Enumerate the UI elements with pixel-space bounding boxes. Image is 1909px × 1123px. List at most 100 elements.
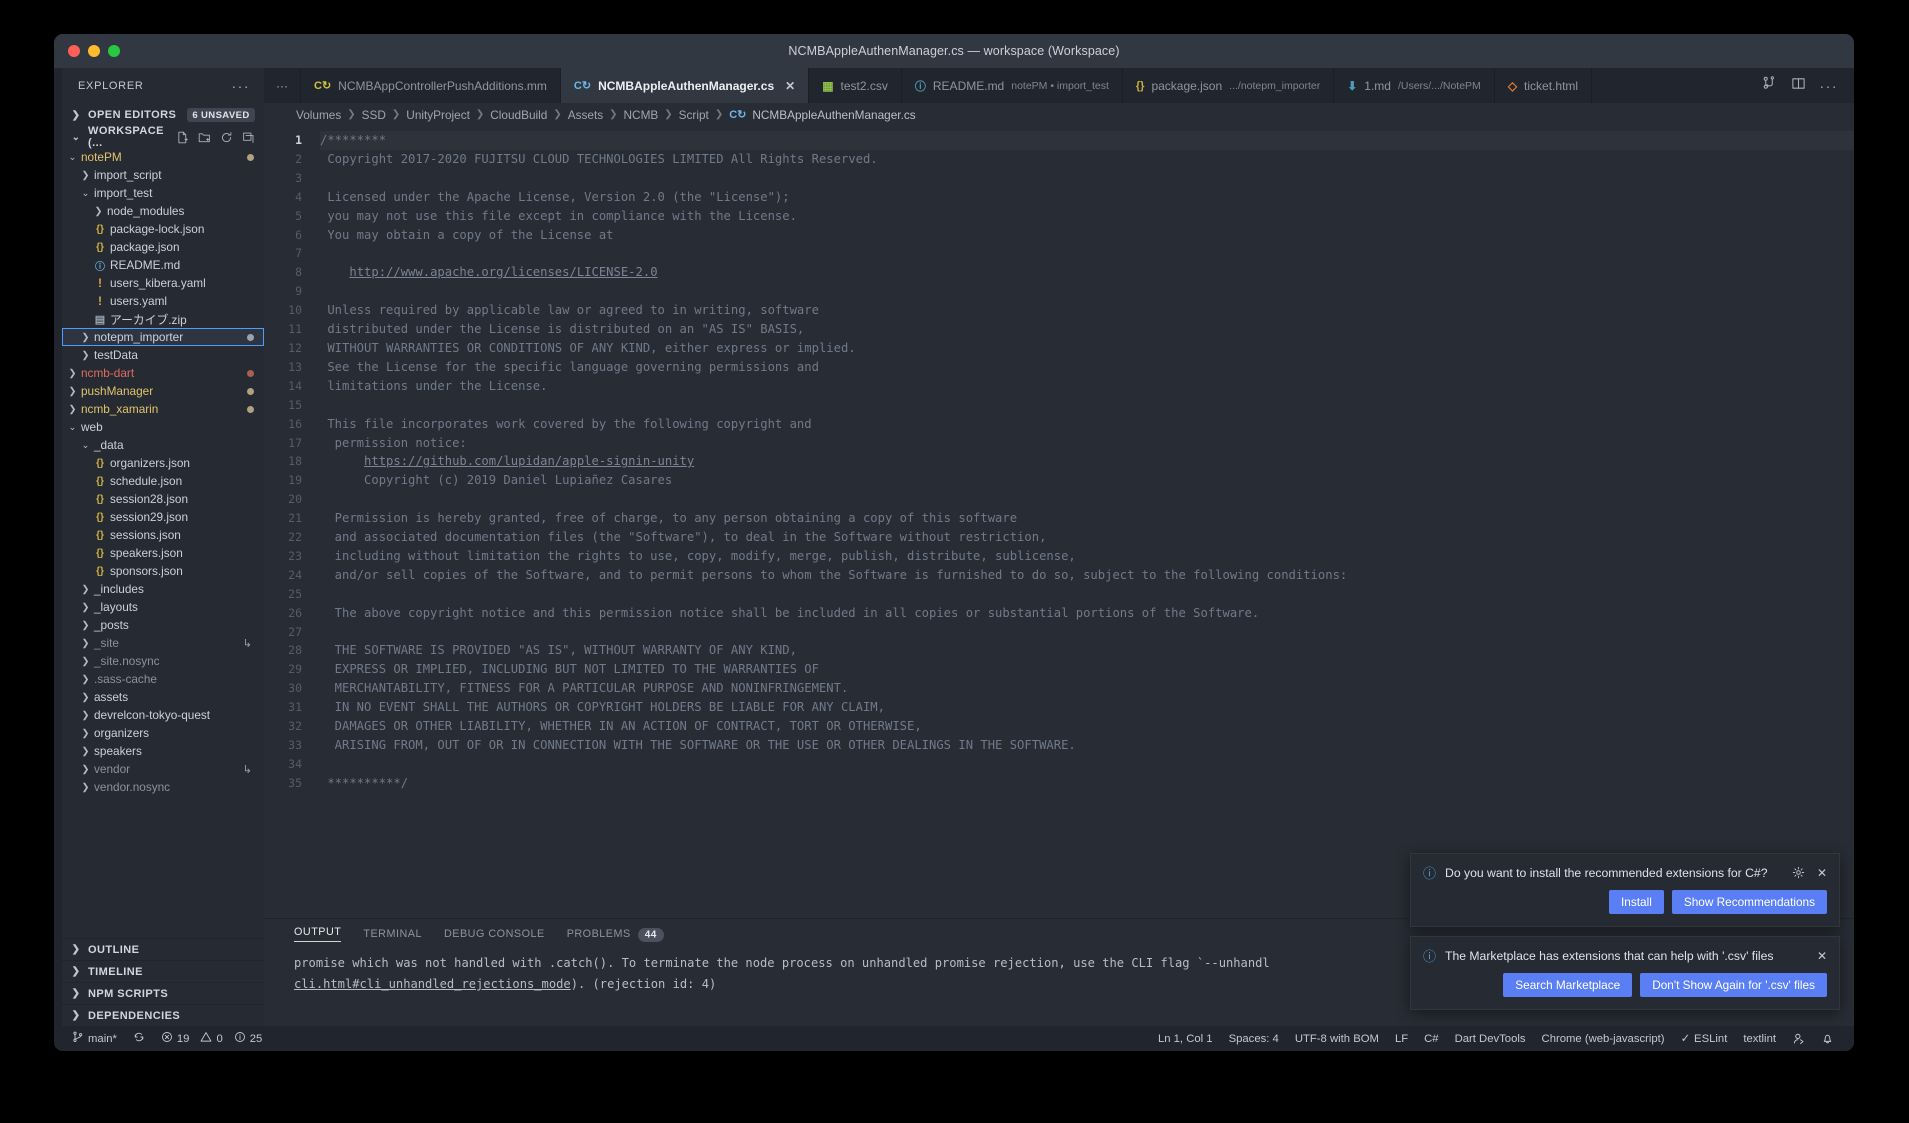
code-line[interactable]: Copyright 2017-2020 FUJITSU CLOUD TECHNO… [320,150,1854,169]
notification-action-button[interactable]: Don't Show Again for '.csv' files [1640,973,1827,997]
code-line[interactable]: This file incorporates work covered by t… [320,415,1854,434]
tree-file-row[interactable]: {} session29.json [62,508,264,526]
activity-bar[interactable] [54,68,62,1026]
status-branch[interactable]: main* [64,1031,125,1046]
status-dart-devtools[interactable]: Dart DevTools [1447,1033,1534,1045]
code-line[interactable]: Unless required by applicable law or agr… [320,301,1854,320]
status-problems[interactable]: 19 0 25 [153,1031,270,1046]
editor-tab[interactable]: ▦ test2.csv [809,68,902,103]
sidebar-section-outline[interactable]: ❯ OUTLINE [62,938,264,960]
notification-action-button[interactable]: Install [1609,890,1664,914]
explorer-more-actions-icon[interactable]: ··· [232,78,251,94]
breadcrumb-item[interactable]: NCMBAppleAuthenManager.cs [752,108,915,122]
code-line[interactable]: WITHOUT WARRANTIES OR CONDITIONS OF ANY … [320,339,1854,358]
run-and-debug-icon[interactable] [1762,75,1777,96]
status-encoding[interactable]: UTF-8 with BOM [1287,1033,1387,1045]
code-line[interactable] [320,396,1854,415]
code-line[interactable]: distributed under the License is distrib… [320,320,1854,339]
chevron-right-icon[interactable]: ❯ [92,206,105,217]
code-link[interactable]: https://github.com/lupidan/apple-signin-… [364,454,694,468]
breadcrumb-item[interactable]: Assets [568,108,603,122]
code-line[interactable]: EXPRESS OR IMPLIED, INCLUDING BUT NOT LI… [320,660,1854,679]
chevron-right-icon[interactable]: ❯ [79,638,92,649]
chevron-right-icon[interactable]: ❯ [79,728,92,739]
tree-file-row[interactable]: {} package.json [62,238,264,256]
tree-file-row[interactable]: ⓘ README.md [62,256,264,274]
status-indentation[interactable]: Spaces: 4 [1221,1033,1287,1045]
breadcrumb-item[interactable]: Script [679,108,709,122]
chevron-right-icon[interactable]: ❯ [79,674,92,685]
breadcrumb-item[interactable]: UnityProject [406,108,470,122]
chevron-right-icon[interactable]: ❯ [66,404,79,415]
tab-overflow-more-icon[interactable]: ··· [264,68,301,103]
chevron-right-icon[interactable]: ❯ [79,602,92,613]
code-line[interactable]: **********/ [320,774,1854,793]
chevron-down-icon[interactable]: ⌄ [66,422,79,433]
chevron-right-icon[interactable]: ❯ [66,368,79,379]
tree-folder-row[interactable]: ❯ assets [62,688,264,706]
chevron-right-icon[interactable]: ❯ [66,386,79,397]
tree-file-row[interactable]: ! users_kibera.yaml [62,274,264,292]
sidebar-section-npm-scripts[interactable]: ❯ NPM SCRIPTS [62,982,264,1004]
refresh-icon[interactable] [220,131,233,144]
panel-tab[interactable]: OUTPUT [294,926,342,942]
code-line[interactable]: IN NO EVENT SHALL THE AUTHORS OR COPYRIG… [320,698,1854,717]
code-line[interactable]: THE SOFTWARE IS PROVIDED "AS IS", WITHOU… [320,641,1854,660]
tree-folder-row[interactable]: ❯ pushManager [62,382,264,400]
chevron-right-icon[interactable]: ❯ [79,332,92,343]
source-code[interactable]: /******** Copyright 2017-2020 FUJITSU CL… [312,126,1854,918]
code-line[interactable]: See the License for the specific languag… [320,358,1854,377]
code-line[interactable]: You may obtain a copy of the License at [320,226,1854,245]
tree-file-row[interactable]: {} session28.json [62,490,264,508]
notification-toast[interactable]: ⓘ Do you want to install the recommended … [1410,853,1840,927]
tree-folder-row[interactable]: ❯ _site.nosync [62,652,264,670]
panel-tab[interactable]: DEBUG CONSOLE [444,928,545,940]
tree-file-row[interactable]: {} package-lock.json [62,220,264,238]
breadcrumb-item[interactable]: CloudBuild [490,108,547,122]
chevron-right-icon[interactable]: ❯ [79,764,92,775]
split-editor-icon[interactable] [1791,76,1806,96]
tree-folder-row[interactable]: ❯ organizers [62,724,264,742]
breadcrumb-item[interactable]: SSD [362,108,386,122]
tree-file-row[interactable]: {} sponsors.json [62,562,264,580]
tree-folder-row[interactable]: ❯ ncmb-dart [62,364,264,382]
tree-folder-row[interactable]: ⌄ _data [62,436,264,454]
code-line[interactable]: permission notice: [320,434,1854,453]
tree-folder-row[interactable]: ❯ testData [62,346,264,364]
new-file-icon[interactable] [176,131,189,144]
chevron-right-icon[interactable]: ❯ [79,350,92,361]
breadcrumb-item[interactable]: NCMB [624,108,659,122]
code-line[interactable]: The above copyright notice and this perm… [320,604,1854,623]
chevron-right-icon[interactable]: ❯ [79,746,92,757]
tree-folder-row[interactable]: ⌄ notePM [62,148,264,166]
tree-folder-row[interactable]: ❯ notepm_importer [62,328,264,346]
editor-actions[interactable]: ··· [1746,68,1855,103]
code-line[interactable] [320,755,1854,774]
code-editor[interactable]: 1 2 3 4 5 6 7 8 9 10 11 12 13 14 15 16 17 18 19 20 21 22 23 24 2… [264,126,1854,918]
tree-folder-row[interactable]: ❯ speakers [62,742,264,760]
status-bar[interactable]: main* 19 0 25 Ln 1, Col 1 Spaces: 4 UTF-… [54,1026,1854,1051]
code-line[interactable]: you may not use this file except in comp… [320,207,1854,226]
chevron-down-icon[interactable]: ⌄ [66,152,79,163]
close-notification-icon[interactable]: ✕ [1817,866,1827,882]
tree-folder-row[interactable]: ❯ vendor.nosync [62,778,264,796]
close-tab-icon[interactable]: ✕ [785,79,795,93]
code-line[interactable] [320,490,1854,509]
section-workspace[interactable]: ⌄ WORKSPACE (... [62,125,264,149]
tree-file-row[interactable]: {} organizers.json [62,454,264,472]
close-notification-icon[interactable]: ✕ [1817,949,1827,963]
status-language-mode[interactable]: C# [1416,1033,1446,1045]
tree-folder-row[interactable]: ❯ _posts [62,616,264,634]
chevron-right-icon[interactable]: ❯ [79,656,92,667]
editor-tab[interactable]: ◇ ticket.html [1495,68,1593,103]
editor-more-actions-icon[interactable]: ··· [1820,78,1839,94]
tree-file-row[interactable]: {} schedule.json [62,472,264,490]
panel-tab[interactable]: TERMINAL [363,928,422,940]
status-sync[interactable] [125,1031,153,1046]
tree-folder-row[interactable]: ❯ node_modules [62,202,264,220]
sidebar-section-timeline[interactable]: ❯ TIMELINE [62,960,264,982]
code-line[interactable]: limitations under the License. [320,377,1854,396]
tree-file-row[interactable]: {} sessions.json [62,526,264,544]
editor-tab-bar[interactable]: ··· C↻ NCMBAppControllerPushAdditions.mm C… [264,68,1854,103]
code-line[interactable]: Permission is hereby granted, free of ch… [320,509,1854,528]
